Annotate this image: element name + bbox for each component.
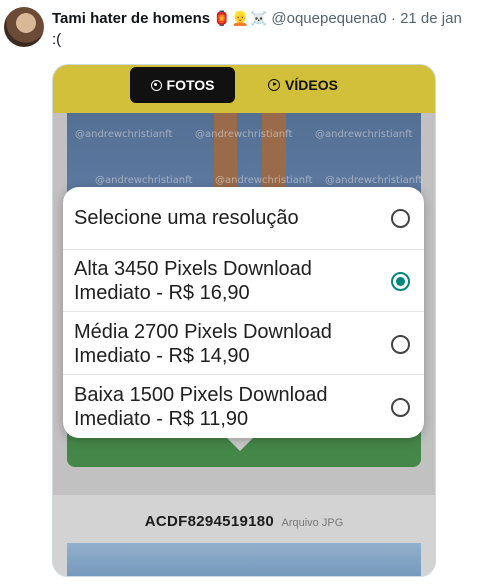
resolution-option-alta[interactable]: Alta 3450 Pixels Download Imediato - R$ … xyxy=(63,257,424,305)
radio-title[interactable] xyxy=(391,209,410,228)
avatar[interactable] xyxy=(4,7,44,47)
tweet-text: :( xyxy=(52,31,62,48)
author-handle[interactable]: @oquepequena0 xyxy=(271,10,386,27)
header-separator: · xyxy=(390,10,396,27)
resolution-option-baixa[interactable]: Baixa 1500 Pixels Download Imediato - R$… xyxy=(63,383,424,431)
camera-icon xyxy=(150,79,162,91)
option-label: Alta 3450 Pixels Download xyxy=(74,258,312,280)
tab-videos[interactable]: VÍDEOS xyxy=(258,67,348,103)
play-icon xyxy=(268,79,281,91)
resolution-dialog: Selecione uma resolução Alta 3450 Pixels… xyxy=(63,187,424,438)
tab-videos-label: VÍDEOS xyxy=(285,77,338,93)
dialog-title: Selecione uma resolução xyxy=(74,207,299,229)
divider xyxy=(63,311,424,312)
option-price: Imediato - R$ 16,90 xyxy=(74,282,250,304)
app-top-bar: FOTOS VÍDEOS xyxy=(53,65,435,113)
author-emojis: 🏮👱☠️ xyxy=(213,10,269,26)
author-name[interactable]: Tami hater de homens xyxy=(52,10,210,27)
option-label: Média 2700 Pixels Download xyxy=(74,321,332,343)
dialog-title-row[interactable]: Selecione uma resolução xyxy=(63,206,424,230)
radio-alta[interactable] xyxy=(391,272,410,291)
option-label: Baixa 1500 Pixels Download xyxy=(74,384,328,406)
option-price: Imediato - R$ 11,90 xyxy=(74,408,249,430)
divider xyxy=(63,374,424,375)
resolution-option-media[interactable]: Média 2700 Pixels Download Imediato - R$… xyxy=(63,320,424,368)
tweet-date[interactable]: 21 de jan xyxy=(400,10,462,27)
tweet-header: Tami hater de homens 🏮👱☠️ @oquepequena0 · … xyxy=(52,8,462,29)
option-price: Imediato - R$ 14,90 xyxy=(74,345,250,367)
radio-media[interactable] xyxy=(391,335,410,354)
divider xyxy=(63,249,424,250)
radio-baixa[interactable] xyxy=(391,398,410,417)
tab-fotos[interactable]: FOTOS xyxy=(130,67,235,103)
tab-fotos-label: FOTOS xyxy=(166,77,215,93)
